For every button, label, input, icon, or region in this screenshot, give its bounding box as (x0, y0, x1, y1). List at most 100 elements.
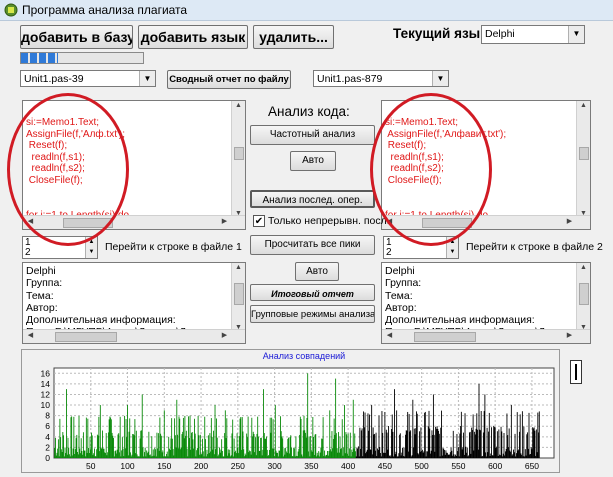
scroll-thumb[interactable] (579, 283, 589, 305)
info-line: Delphi (385, 265, 415, 277)
scroll-up-icon[interactable]: ▲ (232, 264, 245, 271)
scroll-thumb[interactable] (414, 332, 476, 342)
x-tick-label: 150 (157, 461, 171, 471)
scroll-thumb[interactable] (234, 283, 244, 305)
scroll-thumb[interactable] (63, 218, 113, 228)
info-line: Группа: (385, 277, 422, 290)
y-tick-label: 2 (45, 442, 50, 452)
left-code-memo[interactable]: si:=Memo1.Text; AssignFile(f,'Алф.txt'); … (22, 100, 246, 230)
scroll-right-icon[interactable]: ▶ (218, 331, 231, 339)
x-tick-label: 550 (451, 461, 465, 471)
code-analysis-label: Анализ кода: (268, 104, 350, 119)
chart-title: Анализ совпадений (263, 351, 345, 361)
info-line: Дополнительная информация: (26, 314, 176, 327)
right-code-hscroll[interactable]: ◀ ▶ (382, 215, 590, 229)
right-line-spinner[interactable]: 1 2 ▲ ▼ (383, 236, 459, 259)
chevron-down-icon[interactable]: ▼ (432, 71, 448, 86)
scroll-right-icon[interactable]: ▶ (563, 217, 576, 225)
scroll-up-icon[interactable]: ▲ (577, 264, 590, 271)
code-line: si:=Memo1.Text; (26, 117, 100, 128)
chevron-down-icon[interactable]: ▼ (139, 71, 155, 86)
scroll-thumb[interactable] (55, 332, 117, 342)
info-line: Группа: (26, 277, 63, 290)
x-tick-label: 650 (525, 461, 539, 471)
x-tick-label: 200 (194, 461, 208, 471)
window-title: Программа анализа плагиата (22, 3, 188, 17)
scroll-left-icon[interactable]: ◀ (383, 331, 396, 339)
auto-button-1[interactable]: Авто (290, 151, 336, 171)
code-line: CloseFile(f); (26, 174, 83, 186)
summary-report-button[interactable]: Сводный отчет по файлу (167, 70, 291, 89)
scroll-left-icon[interactable]: ◀ (24, 217, 37, 225)
progress-fill (21, 53, 58, 63)
left-info-hscroll[interactable]: ◀ ▶ (23, 329, 245, 343)
code-line: si:=Memo1.Text; (385, 117, 459, 128)
code-line: readln(f,s1); (26, 151, 85, 163)
delete-button[interactable]: удалить... (253, 25, 334, 49)
code-line: AssignFile(f,'Алф.txt'); (26, 128, 126, 140)
scroll-right-icon[interactable]: ▶ (218, 217, 231, 225)
info-line: Автор: (26, 301, 58, 314)
x-tick-label: 300 (267, 461, 281, 471)
left-info-memo[interactable]: Delphi Группа: Тема: Автор: Дополнительная и… (22, 262, 246, 344)
scroll-right-icon[interactable]: ▶ (563, 331, 576, 339)
right-info-text: Delphi Группа: Тема: Автор: Дополнительная и… (382, 263, 590, 339)
left-line-spinner[interactable]: 1 2 ▲ ▼ (22, 236, 98, 259)
right-code-memo[interactable]: si:=Memo1.Text; AssignFile(f,'Алфавит.tx… (381, 100, 591, 230)
left-code-hscroll[interactable]: ◀ ▶ (23, 215, 245, 229)
info-line: Дополнительная информация: (385, 314, 535, 327)
y-tick-label: 16 (41, 368, 51, 378)
continuous-only-checkbox[interactable]: ✔ (253, 215, 265, 227)
add-language-button[interactable]: добавить язык (138, 25, 248, 49)
right-goto-label: Перейти к строке в файле 2 (466, 241, 603, 253)
frequency-analysis-button[interactable]: Частотный анализ (250, 125, 375, 145)
scroll-up-icon[interactable]: ▲ (232, 102, 245, 109)
scroll-thumb[interactable] (422, 218, 472, 228)
auto-button-2[interactable]: Авто (295, 262, 339, 281)
left-info-text: Delphi Группа: Тема: Автор: Дополнительная и… (23, 263, 245, 339)
continuous-only-label: Только непрерывн. посл. (268, 215, 390, 227)
code-line: readln(f,s1); (385, 151, 444, 163)
left-info-vscroll[interactable]: ▲ ▼ (231, 263, 245, 332)
add-to-base-button[interactable]: добавить в базу (20, 25, 133, 49)
right-file-value: Unit1.pas-879 (317, 73, 383, 85)
code-line: CloseFile(f); (385, 174, 442, 186)
x-tick-label: 350 (304, 461, 318, 471)
spin-arrows-icon[interactable]: ▲ ▼ (85, 237, 97, 258)
y-tick-label: 8 (45, 411, 50, 421)
left-file-value: Unit1.pas-39 (24, 73, 84, 85)
scroll-up-icon[interactable]: ▲ (577, 102, 590, 109)
scroll-thumb[interactable] (234, 147, 244, 160)
right-code-vscroll[interactable]: ▲ ▼ (576, 101, 590, 218)
y-tick-label: 14 (41, 379, 51, 389)
chart-svg: Анализ совпадений 0246810121416 50 100 150 20… (41, 351, 555, 471)
chevron-down-icon[interactable]: ▼ (568, 26, 584, 43)
x-tick-label: 100 (120, 461, 134, 471)
right-info-hscroll[interactable]: ◀ ▶ (382, 329, 590, 343)
left-code-vscroll[interactable]: ▲ ▼ (231, 101, 245, 218)
code-line: readln(f,s2); (385, 163, 444, 175)
left-file-select[interactable]: Unit1.pas-39 ▼ (20, 70, 156, 87)
info-line: Delphi (26, 265, 56, 277)
count-peaks-button[interactable]: Просчитать все пики (250, 235, 375, 255)
final-report-button[interactable]: Итоговый отчет (250, 284, 375, 301)
right-code-text: si:=Memo1.Text; AssignFile(f,'Алфавит.tx… (382, 101, 590, 229)
group-modes-button[interactable]: Групповые режимы анализа (250, 305, 375, 323)
spin-arrows-icon[interactable]: ▲ ▼ (446, 237, 458, 258)
sequence-analysis-button[interactable]: Анализ послед. опер. (250, 190, 375, 208)
x-tick-label: 250 (231, 461, 245, 471)
right-file-select[interactable]: Unit1.pas-879 ▼ (313, 70, 449, 87)
language-select[interactable]: Delphi ▼ (481, 25, 585, 44)
match-analysis-chart: Анализ совпадений 0 2 4 6 8 10 12 14 16 50 100 150 20… (21, 349, 560, 473)
scroll-left-icon[interactable]: ◀ (24, 331, 37, 339)
right-info-vscroll[interactable]: ▲ ▼ (576, 263, 590, 332)
info-line: Тема: (26, 289, 54, 302)
scroll-thumb[interactable] (579, 147, 589, 160)
y-tick-label: 6 (45, 421, 50, 431)
y-tick-label: 10 (41, 400, 51, 410)
app-icon (4, 3, 18, 17)
right-info-memo[interactable]: Delphi Группа: Тема: Автор: Дополнительная и… (381, 262, 591, 344)
